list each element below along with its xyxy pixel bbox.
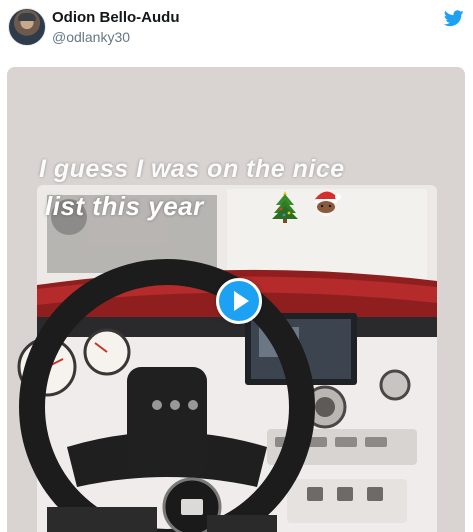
video-caption-line-2: list this year — [45, 191, 204, 221]
santa-emoji — [315, 191, 341, 216]
play-button[interactable] — [216, 278, 262, 324]
video-caption-line-1: I guess I was on the nice — [39, 155, 345, 183]
christmas-tree-emoji — [272, 191, 298, 223]
twitter-bird-icon[interactable] — [444, 10, 464, 27]
play-icon — [234, 291, 249, 311]
avatar[interactable] — [8, 8, 46, 46]
tweet-video[interactable]: I guess I was on the nice list this year — [7, 67, 465, 532]
author-display-name[interactable]: Odion Bello-Audu — [52, 9, 179, 26]
tweet-header: Odion Bello-Audu @odlanky30 — [0, 0, 473, 60]
author-handle[interactable]: @odlanky30 — [52, 29, 130, 45]
